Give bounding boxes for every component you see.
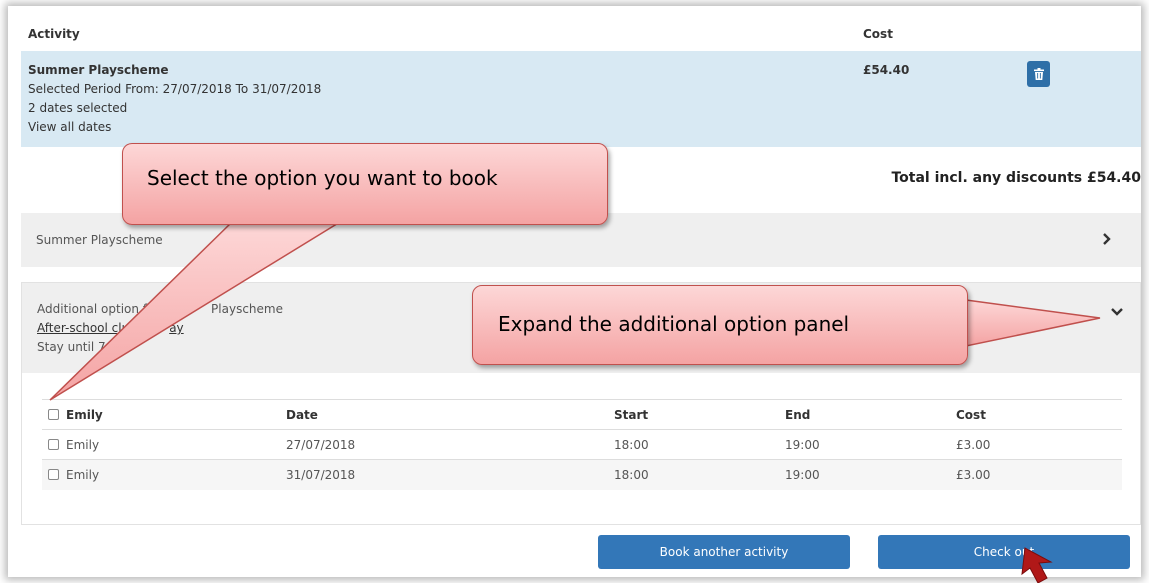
delete-item-button[interactable] — [1027, 61, 1050, 87]
select-all-header[interactable]: Emily — [42, 399, 280, 430]
basket-header: Activity Cost — [21, 20, 1141, 50]
table-row: Emily 31/07/2018 18:00 19:00 £3.00 — [42, 459, 1122, 490]
start-header: Start — [608, 399, 779, 430]
end-header: End — [779, 399, 950, 430]
option-note: Stay until 7p — [37, 340, 114, 354]
chevron-right-icon[interactable] — [1100, 232, 1114, 246]
dates-selected-count: 2 dates selected — [28, 101, 128, 115]
basket-item-row: Summer Playscheme Selected Period From: … — [21, 51, 1141, 147]
select-all-checkbox[interactable] — [48, 408, 59, 420]
activity-title: Summer Playscheme — [28, 63, 169, 77]
row-checkbox[interactable] — [48, 438, 59, 450]
row-checkbox[interactable] — [48, 468, 59, 480]
callout-select-option: Select the option you want to book — [122, 143, 608, 225]
option-name-link[interactable]: After-school clu ay — [37, 321, 184, 335]
end-cell: 19:00 — [779, 429, 950, 460]
activity-cost: £54.40 — [863, 63, 910, 77]
cost-column-header: Cost — [863, 27, 893, 41]
callout-text: Select the option you want to book — [147, 166, 498, 190]
basket-total: Total incl. any discounts £54.40 — [891, 170, 1141, 186]
date-header: Date — [280, 399, 608, 430]
date-cell: 27/07/2018 — [280, 429, 608, 460]
check-out-button[interactable]: Check out — [878, 535, 1130, 569]
cost-header: Cost — [950, 399, 1122, 430]
option-dates-table: Emily Date Start End Cost Emily 27/07/20… — [42, 399, 1122, 490]
callout-expand-panel: Expand the additional option panel — [472, 285, 968, 365]
end-cell: 19:00 — [779, 459, 950, 490]
activity-column-header: Activity — [28, 27, 80, 41]
start-cell: 18:00 — [608, 459, 779, 490]
callout-text: Expand the additional option panel — [498, 312, 850, 336]
selected-period: Selected Period From: 27/07/2018 To 31/0… — [28, 82, 322, 96]
option-description: Additional option f Playscheme — [37, 302, 283, 316]
cost-cell: £3.00 — [950, 459, 1122, 490]
start-cell: 18:00 — [608, 429, 779, 460]
view-all-dates-link[interactable]: View all dates — [28, 120, 111, 134]
book-another-activity-button[interactable]: Book another activity — [598, 535, 850, 569]
chevron-down-icon[interactable] — [1110, 305, 1124, 319]
participant-cell[interactable]: Emily — [42, 459, 280, 490]
cost-cell: £3.00 — [950, 429, 1122, 460]
panel-label: Summer Playscheme — [36, 233, 163, 247]
table-row: Emily 27/07/2018 18:00 19:00 £3.00 — [42, 429, 1122, 460]
trash-icon — [1033, 68, 1044, 80]
participant-cell[interactable]: Emily — [42, 429, 280, 460]
date-cell: 31/07/2018 — [280, 459, 608, 490]
table-header-row: Emily Date Start End Cost — [42, 399, 1122, 430]
